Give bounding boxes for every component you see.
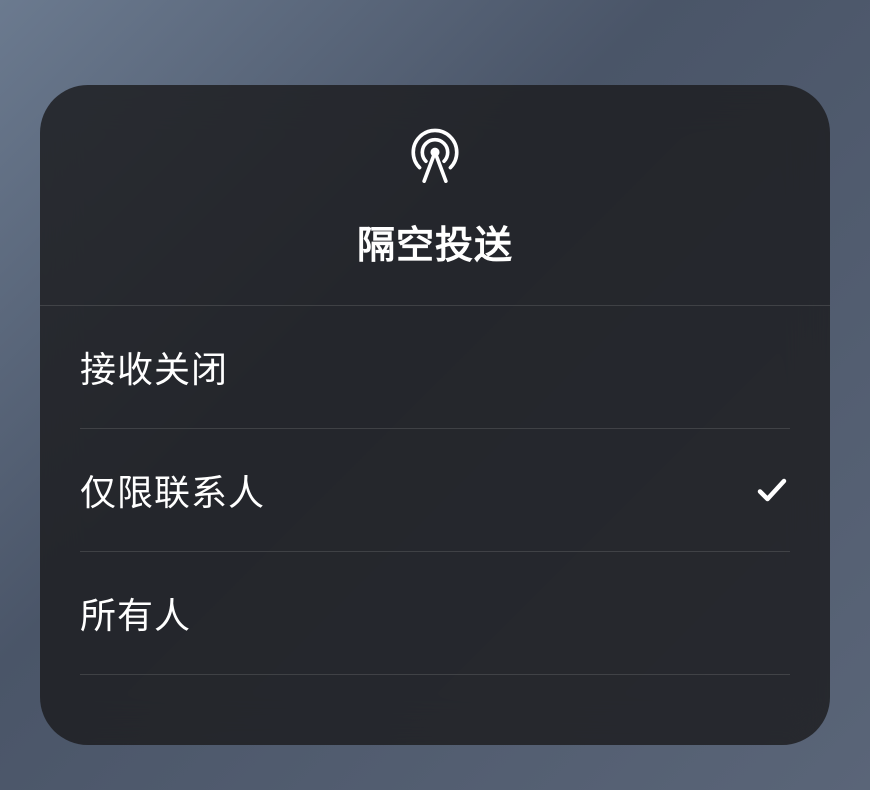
airdrop-icon xyxy=(406,125,464,188)
option-label: 仅限联系人 xyxy=(80,464,265,516)
option-contacts-only[interactable]: 仅限联系人 xyxy=(80,429,790,552)
airdrop-settings-panel: 隔空投送 接收关闭 仅限联系人 所有人 xyxy=(40,85,830,745)
option-label: 接收关闭 xyxy=(80,341,228,393)
option-everyone[interactable]: 所有人 xyxy=(80,552,790,675)
options-list: 接收关闭 仅限联系人 所有人 xyxy=(40,306,830,675)
panel-title: 隔空投送 xyxy=(357,214,513,269)
option-receiving-off[interactable]: 接收关闭 xyxy=(80,306,790,429)
checkmark-icon xyxy=(754,472,790,508)
option-label: 所有人 xyxy=(80,587,191,639)
panel-header: 隔空投送 xyxy=(40,85,830,306)
